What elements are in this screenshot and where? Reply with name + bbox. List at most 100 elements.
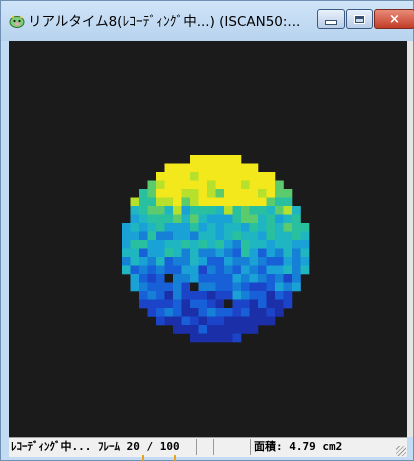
heatmap-pixel: [207, 214, 216, 224]
heatmap-pixel: [258, 299, 267, 309]
heatmap-pixel: [181, 223, 191, 232]
heatmap-pixel: [224, 274, 233, 283]
heatmap-pixel: [224, 240, 233, 249]
heatmap-pixel: [283, 197, 293, 207]
heatmap-pixel: [122, 257, 131, 266]
heatmap-pixel: [266, 180, 276, 190]
minimize-icon: [325, 19, 337, 25]
heatmap-pixel: [224, 291, 233, 300]
heatmap-pixel: [215, 189, 225, 198]
heatmap-pixel: [173, 265, 182, 275]
heatmap-pixel: [190, 265, 199, 275]
heatmap-pixel: [258, 180, 267, 190]
heatmap-pixel: [283, 257, 293, 266]
heatmap-pixel: [198, 163, 208, 173]
heatmap-pixel: [156, 257, 165, 266]
heatmap-pixel: [147, 197, 157, 207]
heatmap-pixel: [292, 223, 301, 232]
heatmap-pixel: [207, 274, 216, 283]
heatmap-pixel: [173, 240, 182, 249]
heatmap-pixel: [215, 299, 225, 309]
heatmap-pixel: [215, 282, 225, 292]
image-view[interactable]: [9, 41, 407, 437]
heatmap-pixel: [156, 299, 165, 309]
heatmap-pixel: [232, 282, 242, 292]
heatmap-pixel: [275, 299, 284, 309]
heatmap-pixel: [258, 214, 267, 224]
heatmap-pixel: [173, 172, 182, 181]
heatmap-pixel: [266, 308, 276, 317]
heatmap-pixel: [173, 308, 182, 317]
heatmap-pixel: [139, 248, 148, 258]
heatmap-pixel: [292, 248, 301, 258]
heatmap-pixel: [207, 265, 216, 275]
heatmap-pixel: [130, 214, 140, 224]
heatmap-pixel: [224, 265, 233, 275]
heatmap-pixel: [156, 231, 165, 241]
close-icon: ×: [389, 11, 400, 27]
heatmap-pixel: [258, 257, 267, 266]
heatmap-pixel: [215, 333, 225, 343]
heatmap-pixel: [232, 240, 242, 249]
heatmap-pixel: [181, 197, 191, 207]
heatmap-pixel: [156, 197, 165, 207]
heatmap-pixel: [241, 189, 250, 198]
heatmap-pixel: [249, 231, 259, 241]
maximize-button[interactable]: [346, 9, 373, 29]
heatmap-pixel: [190, 231, 199, 241]
heatmap-pixel: [283, 189, 293, 198]
heatmap-pixel: [139, 214, 148, 224]
pig-icon: [9, 15, 25, 28]
heatmap-pixel: [224, 180, 233, 190]
heatmap-pixel: [190, 155, 199, 164]
heatmap-pixel: [292, 274, 301, 283]
heatmap-pixel: [207, 299, 216, 309]
heatmap-pixel: [139, 282, 148, 292]
heatmap-pixel: [249, 206, 259, 215]
heatmap-pixel: [283, 231, 293, 241]
heatmap-pixel: [215, 257, 225, 266]
heatmap-pixel: [241, 214, 250, 224]
resize-grip[interactable]: [396, 446, 406, 456]
heatmap-pixel: [224, 155, 233, 164]
heatmap-pixel: [224, 257, 233, 266]
heatmap-pixel: [147, 180, 157, 190]
heatmap-pixel: [198, 172, 208, 181]
heatmap-pixel: [190, 282, 199, 292]
heatmap-pixel: [190, 291, 199, 300]
heatmap-pixel: [181, 308, 191, 317]
heatmap-pixel: [249, 325, 259, 334]
heatmap-pixel: [249, 316, 259, 326]
heatmap-pixel: [266, 282, 276, 292]
heatmap-pixel: [283, 240, 293, 249]
heatmap-pixel: [164, 240, 174, 249]
heatmap-pixel: [241, 223, 250, 232]
heatmap-pixel: [164, 223, 174, 232]
heatmap-pixel: [147, 240, 157, 249]
heatmap-pixel: [173, 248, 182, 258]
heatmap-pixel: [139, 240, 148, 249]
heatmap-pixel: [130, 282, 140, 292]
heatmap-pixel: [283, 265, 293, 275]
heatmap-pixel: [207, 189, 216, 198]
heatmap-pixel: [198, 206, 208, 215]
heatmap-pixel: [215, 197, 225, 207]
heatmap-pixel: [198, 274, 208, 283]
heatmap-pixel: [139, 231, 148, 241]
heatmap-pixel: [232, 248, 242, 258]
close-button[interactable]: ×: [374, 9, 414, 29]
heatmap-pixel: [207, 223, 216, 232]
heatmap-pixel: [181, 189, 191, 198]
heatmap-pixel: [207, 180, 216, 190]
heatmap-pixel: [266, 197, 276, 207]
heatmap-pixel: [164, 214, 174, 224]
minimize-button[interactable]: [317, 9, 345, 29]
heatmap-pixel: [190, 223, 199, 232]
heatmap-pixel: [249, 214, 259, 224]
heatmap-pixel: [215, 206, 225, 215]
heatmap-pixel: [156, 274, 165, 283]
heatmap-pixel: [266, 214, 276, 224]
heatmap-pixel: [258, 265, 267, 275]
title-bar[interactable]: リアルタイム8(ﾚｺｰﾃﾞｨﾝｸﾞ中...) (ISCAN50:... ×: [1, 1, 414, 41]
heatmap-pixel: [283, 206, 293, 215]
